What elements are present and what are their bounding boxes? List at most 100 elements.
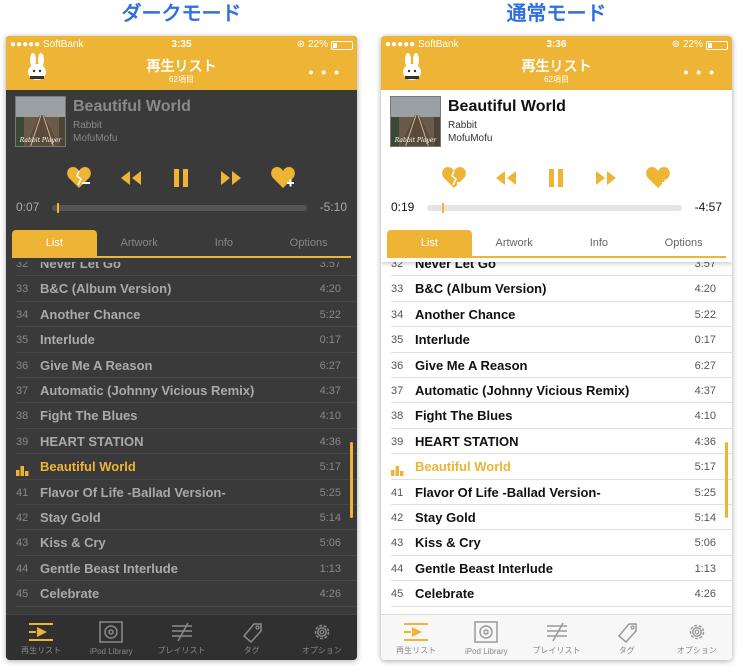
tabbar-label: オプション xyxy=(301,646,342,655)
track-row[interactable]: 38 Fight The Blues 4:10 xyxy=(6,403,357,429)
tab-options[interactable]: Options xyxy=(266,230,351,256)
track-title: Beautiful World xyxy=(40,459,136,475)
tabbar-item-ipod-library[interactable]: iPod Library xyxy=(451,615,521,660)
rewind-icon[interactable] xyxy=(118,166,144,190)
track-row[interactable]: 37 Automatic (Johnny Vicious Remix) 4:37 xyxy=(6,378,357,404)
track-title: Gentle Beast Interlude xyxy=(40,560,178,576)
song-title: Beautiful World xyxy=(448,98,566,115)
fast-forward-icon[interactable] xyxy=(593,166,619,190)
artwork-caption: Rabbit Player xyxy=(394,137,437,144)
nav-header: ●●●●● SoftBank 3:36 ⊛ 22% 再生リスト 62項目 • •… xyxy=(381,36,732,90)
track-row[interactable]: 38 Fight The Blues 4:10 xyxy=(381,403,732,429)
pause-icon[interactable] xyxy=(543,166,569,190)
track-row[interactable]: 36 Give Me A Reason 6:27 xyxy=(381,353,732,378)
status-right: ⊛ 22% xyxy=(297,39,353,51)
tabbar-item-now-playing[interactable]: 再生リスト xyxy=(6,615,76,660)
track-row[interactable]: 34 Another Chance 5:22 xyxy=(381,302,732,328)
tab-list[interactable]: List xyxy=(387,230,472,256)
fast-forward-icon[interactable] xyxy=(218,166,244,190)
track-duration: 5:06 xyxy=(694,537,716,550)
tab-underline xyxy=(387,256,726,258)
tab-artwork[interactable]: Artwork xyxy=(97,230,182,256)
track-row[interactable]: 41 Flavor Of Life -Ballad Version- 5:25 xyxy=(381,480,732,505)
track-row-playing[interactable]: Beautiful World 5:17 xyxy=(381,454,732,480)
track-row[interactable]: 46Prisoner Of Love4:46 xyxy=(6,607,357,614)
heart-add-icon[interactable] xyxy=(270,166,296,190)
tabbar-item-tag[interactable]: タグ xyxy=(592,615,662,660)
more-menu-button[interactable]: • • • xyxy=(684,64,716,80)
track-row[interactable]: 44 Gentle Beast Interlude 1:13 xyxy=(6,556,357,582)
heart-add-icon[interactable] xyxy=(645,166,671,190)
track-row[interactable]: 45 Celebrate 4:26 xyxy=(6,581,357,607)
tabbar-item-gear[interactable]: オプション xyxy=(662,615,732,660)
tabbar-item-ipod-library[interactable]: iPod Library xyxy=(76,615,146,660)
track-row[interactable]: 39 HEART STATION 4:36 xyxy=(381,429,732,455)
tabbar-item-playlist[interactable]: プレイリスト xyxy=(146,615,216,660)
tab-info[interactable]: Info xyxy=(182,230,267,256)
tab-artwork[interactable]: Artwork xyxy=(472,230,557,256)
remaining-time: -5:10 xyxy=(319,200,347,214)
track-number: 44 xyxy=(391,562,404,575)
track-duration: 4:20 xyxy=(694,283,716,296)
seek-handle[interactable] xyxy=(442,203,445,213)
track-row[interactable]: 34 Another Chance 5:22 xyxy=(6,302,357,328)
seek-handle[interactable] xyxy=(57,203,60,213)
heart-break-icon[interactable] xyxy=(66,166,92,190)
tabbar-item-gear[interactable]: オプション xyxy=(287,615,357,660)
ipod-library-icon xyxy=(98,621,124,643)
tabbar-item-now-playing[interactable]: 再生リスト xyxy=(381,615,451,660)
tab-list[interactable]: List xyxy=(12,230,97,256)
track-row[interactable]: 33 B&C (Album Version) 4:20 xyxy=(6,276,357,302)
rewind-icon[interactable] xyxy=(493,166,519,190)
track-row[interactable]: 45 Celebrate 4:26 xyxy=(381,581,732,607)
track-row[interactable]: 42 Stay Gold 5:14 xyxy=(381,505,732,531)
track-title: Beautiful World xyxy=(415,459,511,475)
ipod-library-icon xyxy=(473,621,499,643)
tabbar-label: iPod Library xyxy=(89,647,133,656)
tab-options[interactable]: Options xyxy=(641,230,726,256)
track-number: 42 xyxy=(16,512,29,524)
scrollbar[interactable] xyxy=(725,442,728,518)
track-row[interactable]: 37 Automatic (Johnny Vicious Remix) 4:37 xyxy=(381,378,732,404)
track-title: Interlude xyxy=(415,332,470,348)
track-row[interactable]: 36 Give Me A Reason 6:27 xyxy=(6,353,357,378)
track-title: Automatic (Johnny Vicious Remix) xyxy=(415,383,630,398)
seek-slider[interactable] xyxy=(427,203,682,213)
more-menu-button[interactable]: • • • xyxy=(309,64,341,80)
dark-mode-screen: ●●●●● SoftBank 3:35 ⊛ 22% 再生リスト 62項目 • •… xyxy=(6,36,357,660)
now-playing-bars-icon xyxy=(391,463,407,477)
track-number: 33 xyxy=(391,283,404,296)
track-duration: 5:25 xyxy=(694,486,716,499)
tab-underline xyxy=(12,256,351,258)
track-row[interactable]: 41 Flavor Of Life -Ballad Version- 5:25 xyxy=(6,480,357,505)
pause-icon[interactable] xyxy=(168,166,194,190)
tabbar-item-tag[interactable]: タグ xyxy=(217,615,287,660)
tabbar-item-playlist[interactable]: プレイリスト xyxy=(521,615,591,660)
track-row[interactable]: 33 B&C (Album Version) 4:20 xyxy=(381,276,732,302)
track-row[interactable]: 43 Kiss & Cry 5:06 xyxy=(381,530,732,556)
track-row[interactable]: 35 Interlude 0:17 xyxy=(381,327,732,353)
track-row-playing[interactable]: Beautiful World 5:17 xyxy=(6,454,357,480)
tabbar-label: 再生リスト xyxy=(396,646,437,655)
track-row[interactable]: 42 Stay Gold 5:14 xyxy=(6,505,357,531)
track-number: 32 xyxy=(16,262,29,270)
tabbar-label: プレイリスト xyxy=(532,646,581,655)
heart-break-icon[interactable] xyxy=(441,166,467,190)
track-duration: 5:17 xyxy=(694,461,716,474)
track-row[interactable]: 46Prisoner Of Love4:46 xyxy=(381,607,732,614)
track-title: B&C (Album Version) xyxy=(40,281,172,297)
track-row[interactable]: 39 HEART STATION 4:36 xyxy=(6,429,357,455)
gear-icon xyxy=(309,621,335,643)
seek-slider[interactable] xyxy=(52,203,307,213)
track-list[interactable]: 32 Never Let Go 3:57 33 B&C (Album Version) 4… xyxy=(6,262,357,614)
now-playing-panel: Rabbit Player Beautiful World Rabbit Mof… xyxy=(381,90,732,262)
track-row[interactable]: 35 Interlude 0:17 xyxy=(6,327,357,353)
tabbar-label: 再生リスト xyxy=(21,646,62,655)
tab-info[interactable]: Info xyxy=(557,230,642,256)
track-row[interactable]: 44 Gentle Beast Interlude 1:13 xyxy=(381,556,732,582)
track-row[interactable]: 43 Kiss & Cry 5:06 xyxy=(6,530,357,556)
track-list[interactable]: 32 Never Let Go 3:57 33 B&C (Album Version) 4… xyxy=(381,262,732,614)
track-row[interactable]: 32 Never Let Go 3:57 xyxy=(6,262,357,277)
scrollbar[interactable] xyxy=(350,442,353,518)
track-row[interactable]: 32 Never Let Go 3:57 xyxy=(381,262,732,277)
